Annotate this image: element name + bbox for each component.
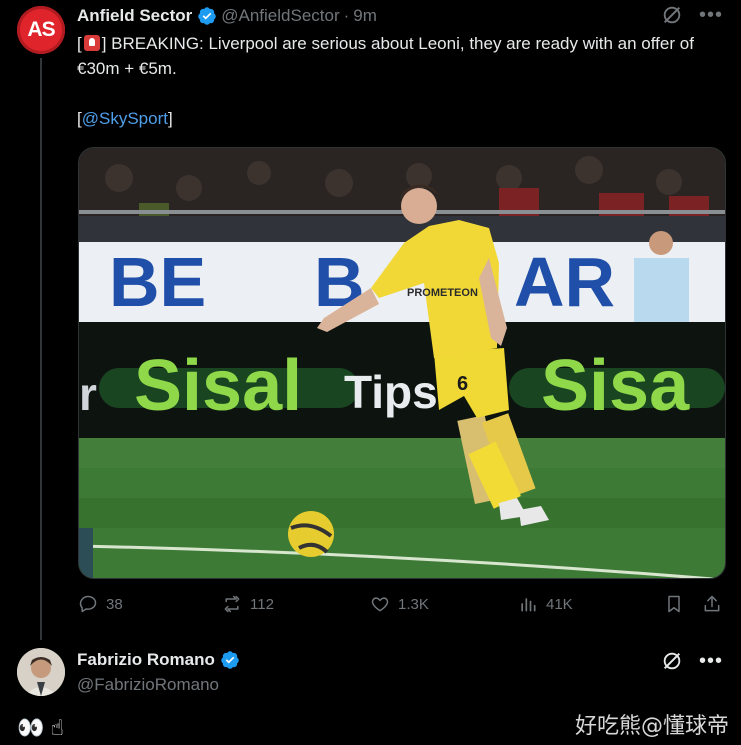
avatar-photo (17, 648, 65, 696)
repost-action[interactable]: 112 (222, 594, 274, 614)
tweet-top-actions: ••• (661, 4, 723, 26)
sponsor-tips: Tips (344, 366, 438, 418)
text-bracket: [ (77, 34, 82, 53)
author-handle[interactable]: @AnfieldSector (221, 6, 339, 26)
shorts-number: 6 (457, 373, 468, 395)
tweet-fabrizio-romano[interactable]: Fabrizio Romano @FabrizioRomano ••• 👀 ☝ … (0, 640, 741, 745)
more-icon[interactable]: ••• (699, 5, 723, 25)
more-icon[interactable]: ••• (699, 651, 723, 671)
timestamp[interactable]: 9m (353, 6, 377, 26)
tweet-media-image[interactable]: BE B AR r Sisal Tips Sisa 6 PROMETEON (78, 147, 726, 579)
tweet-metrics: 38 112 1.3K 41K (78, 594, 724, 618)
grok-icon[interactable] (661, 650, 683, 672)
grok-icon[interactable] (661, 4, 683, 26)
board-text-right: AR (514, 243, 615, 321)
like-icon (371, 597, 389, 612)
shirt-sponsor: PROMETEON (407, 287, 478, 299)
avatar[interactable] (17, 648, 65, 696)
repost-icon (224, 595, 240, 613)
sponsor-r: r (79, 368, 97, 420)
board-text-left: BE (109, 243, 206, 321)
tweet-top-actions: ••• (661, 650, 723, 672)
tweet-header: Anfield Sector @AnfieldSector · 9m (77, 5, 377, 27)
sponsor-left: Sisal (134, 346, 302, 426)
reply-icon (79, 595, 97, 613)
watermark: 好吃熊@懂球帝 (574, 714, 729, 739)
views-count: 41K (546, 595, 573, 613)
repost-count: 112 (250, 595, 274, 613)
avatar[interactable]: AS (17, 6, 65, 54)
reply-count: 38 (106, 595, 123, 613)
reply-emoji-text: 👀 ☝ (17, 715, 64, 740)
source-link[interactable]: @SkySport (82, 109, 168, 128)
siren-emoji-icon (83, 35, 100, 51)
source-bracket-close: ] (167, 109, 173, 128)
views-action[interactable]: 41K (518, 594, 573, 614)
avatar-logo-text: AS (27, 18, 55, 41)
tweet-text: [] BREAKING: Liverpool are serious about… (77, 31, 727, 131)
share-icon (704, 595, 720, 612)
football-photo: BE B AR r Sisal Tips Sisa 6 PROMETEON (79, 148, 725, 578)
sponsor-right: Sisa (541, 346, 690, 426)
author-name[interactable]: Fabrizio Romano (77, 650, 215, 670)
bookmark-icon (668, 595, 680, 613)
separator-dot: · (343, 6, 350, 25)
like-action[interactable]: 1.3K (370, 594, 429, 614)
author-name[interactable]: Anfield Sector (77, 6, 192, 26)
share-action[interactable] (702, 594, 722, 614)
reply-action[interactable]: 38 (78, 594, 123, 614)
bookmark-action[interactable] (664, 594, 684, 614)
tweet-body: ] BREAKING: Liverpool are serious about … (77, 34, 694, 78)
like-count: 1.3K (398, 595, 429, 613)
views-icon (521, 598, 536, 612)
tweet-header: Fabrizio Romano (77, 650, 244, 670)
author-handle[interactable]: @FabrizioRomano (77, 675, 219, 695)
verified-badge-icon (198, 7, 216, 25)
tweet-anfield-sector[interactable]: AS Anfield Sector @AnfieldSector · 9m ••… (0, 0, 741, 640)
verified-badge-icon (221, 651, 239, 669)
